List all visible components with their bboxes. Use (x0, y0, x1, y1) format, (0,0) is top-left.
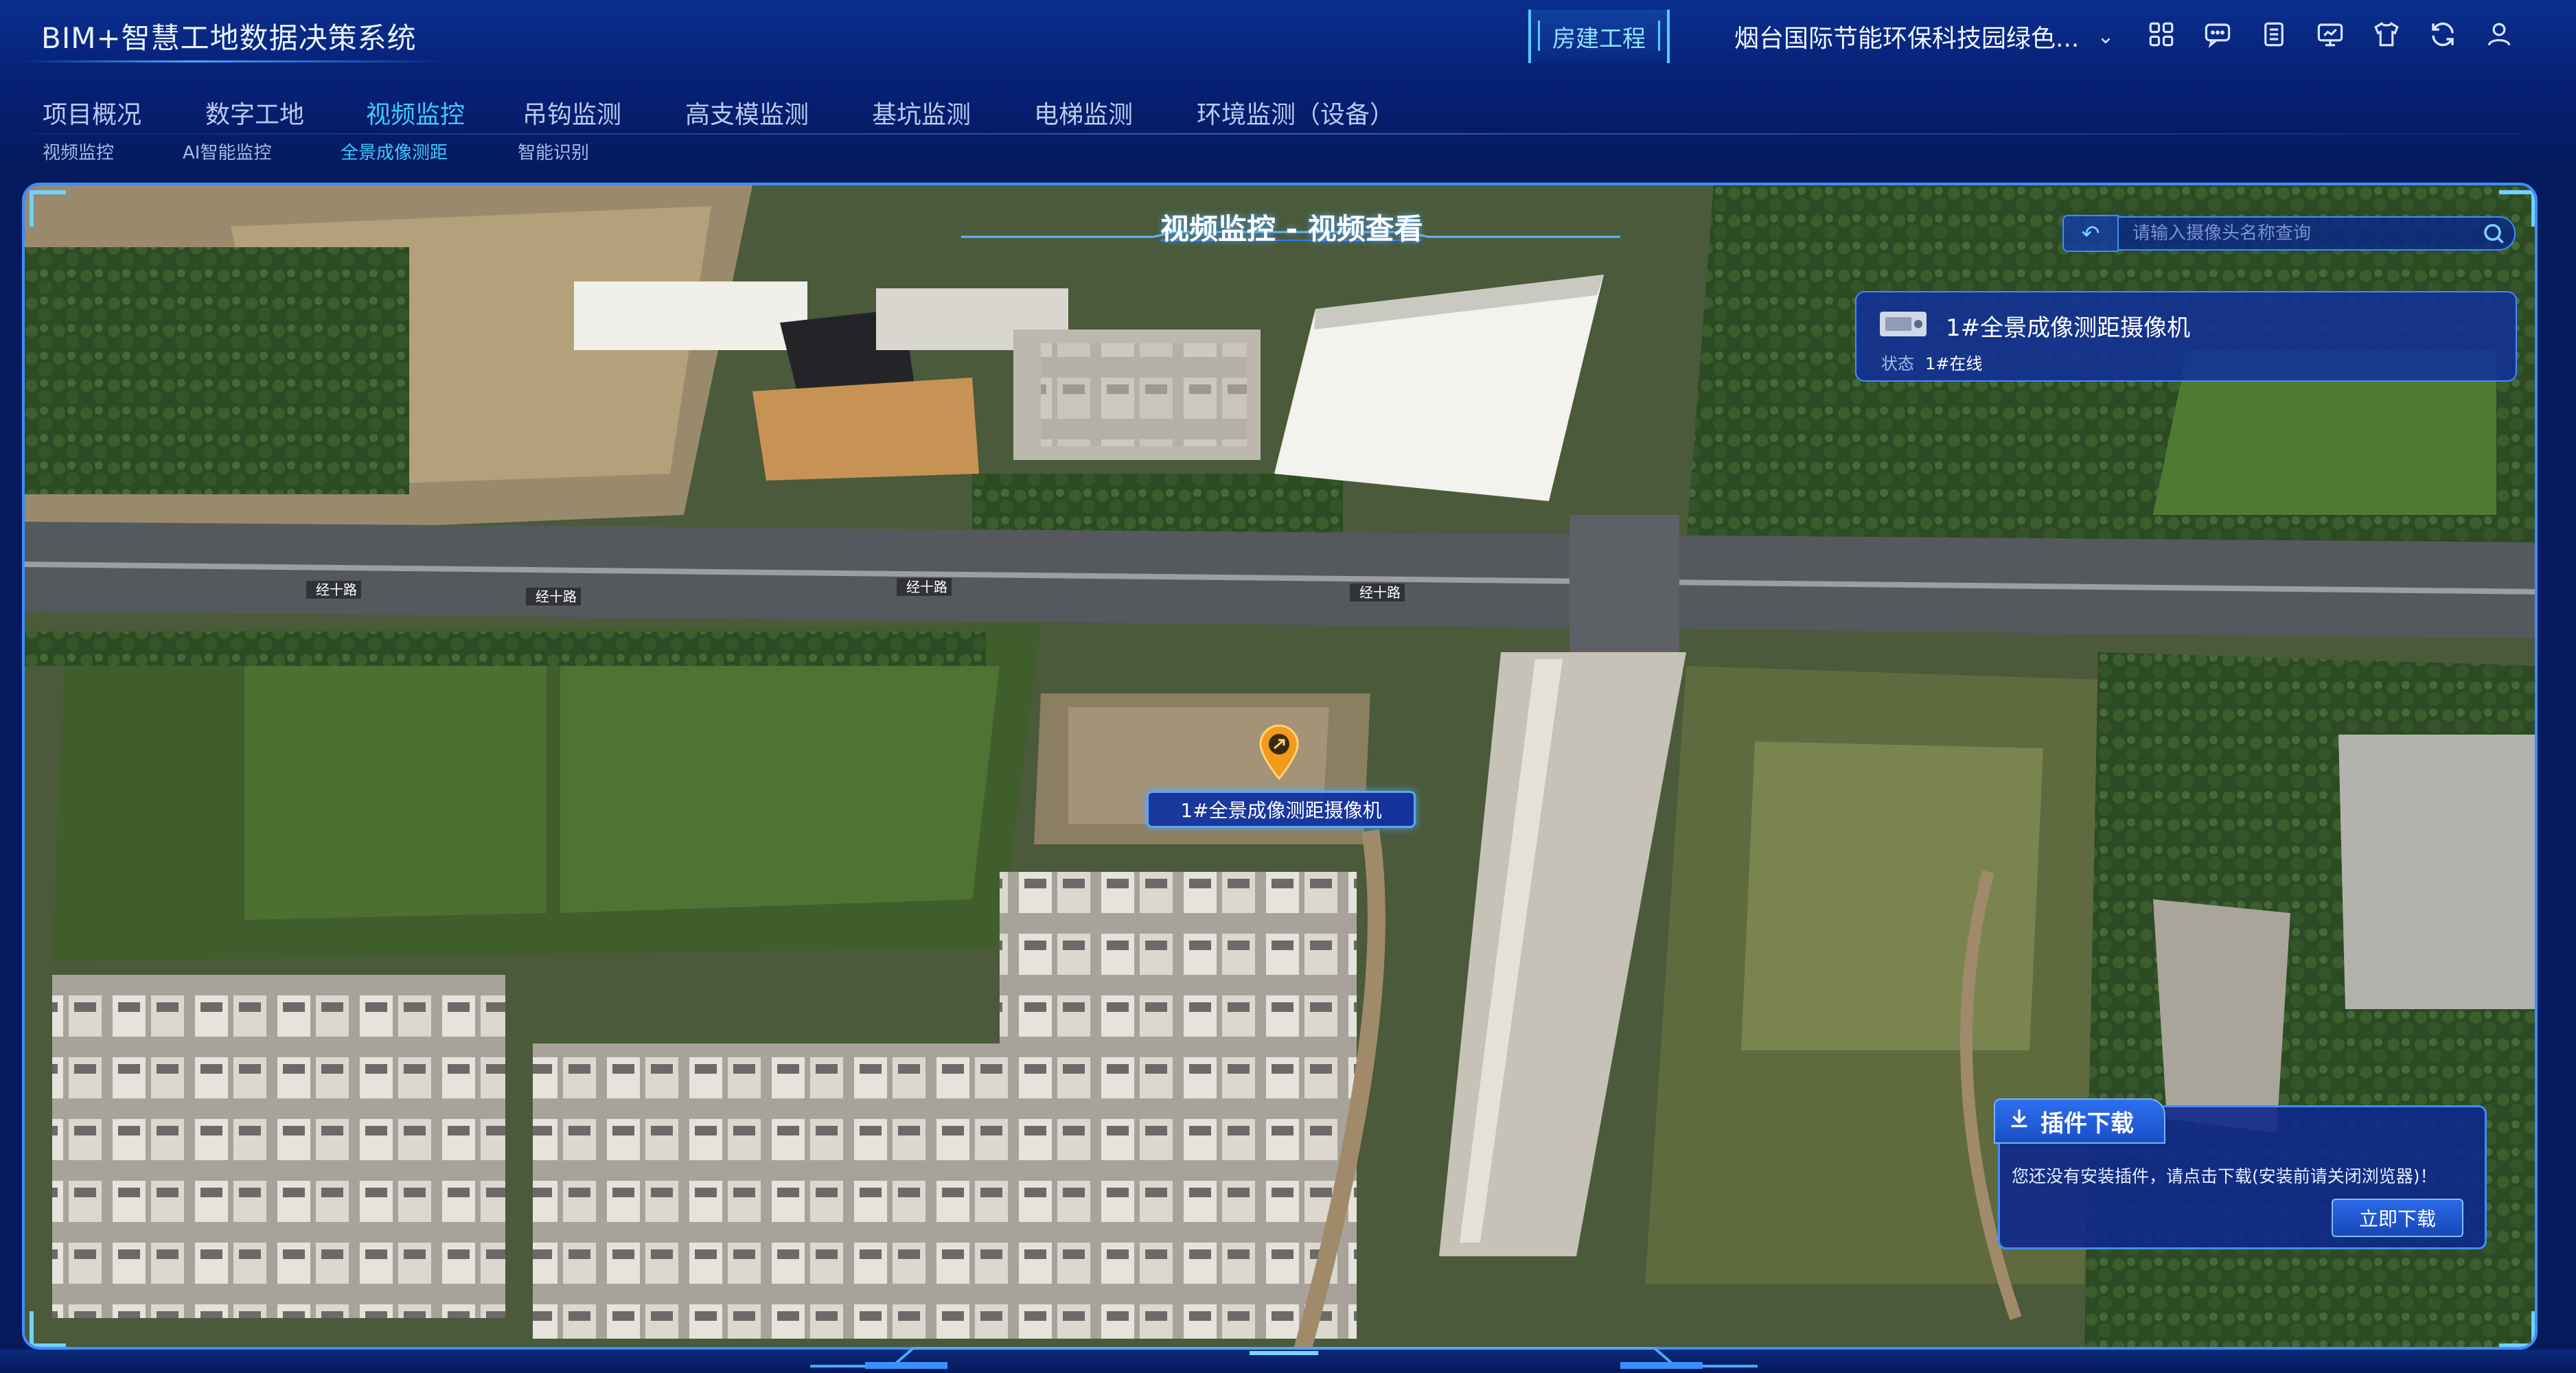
header-toolbar (2143, 16, 2517, 52)
view-title: 视频监控 - 视频查看 (1160, 212, 1423, 246)
project-name: 烟台国际节能环保科技园绿色... (1734, 25, 2080, 53)
camera-status: 1#在线 (1925, 354, 1983, 373)
monitor-icon[interactable] (2312, 16, 2348, 52)
plugin-panel-header: 插件下载 (1994, 1098, 2165, 1144)
user-icon[interactable] (2481, 16, 2517, 52)
plugin-message: 您还没有安装插件，请点击下载(安装前请关闭浏览器)！ (2012, 1166, 2437, 1186)
road-label: 经十路 (1359, 584, 1401, 601)
camera-icon (1878, 308, 1928, 341)
shirt-icon[interactable] (2369, 16, 2404, 52)
mode-switch-button[interactable]: 房建工程 (1528, 10, 1670, 63)
bottom-decoration (810, 1347, 1758, 1369)
top-header: BIM+智慧工地数据决策系统 房建工程 烟台国际节能环保科技园绿色... ⌄ 项… (0, 0, 2576, 178)
tab-environment-monitoring[interactable]: 环境监测（设备） (1197, 95, 1430, 130)
tab-hook-monitoring[interactable]: 吊钩监测 (522, 95, 685, 130)
camera-status-label: 状态 (1881, 354, 1914, 373)
search-input[interactable] (2119, 216, 2516, 251)
tab-video-monitoring[interactable]: 视频监控 (366, 95, 522, 130)
camera-info-card[interactable]: 1#全景成像测距摄像机 状态 1#在线 (1855, 291, 2517, 382)
app-title: BIM+智慧工地数据决策系统 (41, 21, 417, 55)
back-arrow-icon: ↶ (2081, 220, 2100, 246)
document-icon[interactable] (2256, 16, 2292, 52)
sub-nav: 视频监控 AI智能监控 全景成像测距 智能识别 (43, 139, 655, 164)
download-now-button[interactable]: 立即下载 (2332, 1199, 2463, 1237)
nav-divider (34, 133, 2520, 135)
camera-name: 1#全景成像测距摄像机 (1946, 314, 2191, 342)
grid-icon[interactable] (2143, 16, 2179, 52)
project-select[interactable]: 烟台国际节能环保科技园绿色... ⌄ (1734, 18, 2119, 55)
road-label: 经十路 (906, 579, 947, 595)
road-label: 经十路 (316, 581, 357, 598)
tab-elevator-monitoring[interactable]: 电梯监测 (1034, 95, 1197, 130)
tab-pit-monitoring[interactable]: 基坑监测 (872, 95, 1034, 130)
search-icon[interactable] (2481, 221, 2506, 246)
title-underline (21, 60, 446, 62)
main-nav: 项目概况 数字工地 视频监控 吊钩监测 高支模监测 基坑监测 电梯监测 环境监测… (43, 95, 1430, 130)
subtab-panoramic-ranging[interactable]: 全景成像测距 (341, 139, 518, 164)
tab-formwork-monitoring[interactable]: 高支模监测 (685, 95, 872, 130)
tab-digital-site[interactable]: 数字工地 (205, 95, 366, 130)
plugin-title: 插件下载 (2040, 1109, 2134, 1138)
back-button[interactable]: ↶ (2062, 215, 2119, 252)
download-icon (2008, 1107, 2031, 1136)
chevron-down-icon: ⌄ (2097, 24, 2115, 49)
marker-label[interactable]: 1#全景成像测距摄像机 (1147, 791, 1416, 828)
subtab-smart-recognition[interactable]: 智能识别 (518, 139, 655, 164)
subtab-video[interactable]: 视频监控 (43, 139, 183, 164)
camera-marker-icon[interactable] (1258, 724, 1300, 781)
refresh-icon[interactable] (2425, 16, 2461, 52)
search-bar: ↶ (2062, 213, 2516, 254)
subtab-ai-monitoring[interactable]: AI智能监控 (183, 139, 341, 164)
message-icon[interactable] (2200, 16, 2235, 52)
mode-label: 房建工程 (1552, 25, 1646, 53)
road-label: 经十路 (536, 588, 577, 605)
tab-project-overview[interactable]: 项目概况 (43, 95, 205, 130)
